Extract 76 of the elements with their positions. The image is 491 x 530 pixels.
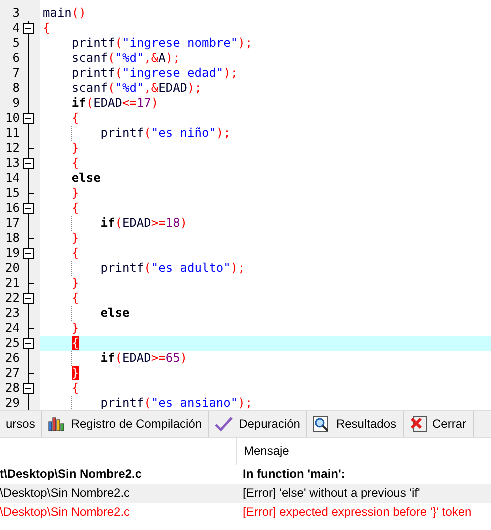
code-line: printf("es adulto"); xyxy=(100,261,246,275)
code-line: { xyxy=(72,156,80,170)
code-line: } xyxy=(72,141,80,155)
collapse-icon[interactable] xyxy=(22,21,35,36)
panel-tab[interactable]: Depuración xyxy=(209,411,308,437)
code-line: { xyxy=(72,201,80,215)
code-line: { xyxy=(43,21,50,35)
line-number: 9 xyxy=(12,96,20,111)
table-cell-text: \Desktop\Sin Nombre2.c xyxy=(0,485,132,502)
code-line: { xyxy=(72,246,80,260)
code-line: if(EDAD<=17) xyxy=(72,96,159,110)
code-line: printf("ingrese nombre"); xyxy=(72,36,253,50)
line-number: 19 xyxy=(4,246,20,261)
line-number: 7 xyxy=(12,66,20,81)
code-line: } xyxy=(72,321,80,335)
code-line: scanf("%d",&EDAD); xyxy=(72,81,202,95)
line-number: 3 xyxy=(12,6,20,21)
panel-tab[interactable]: ursos xyxy=(0,411,42,437)
collapse-icon[interactable] xyxy=(22,246,35,261)
line-number: 11 xyxy=(4,126,20,141)
table-cell-text: t\Desktop\Sin Nombre2.c xyxy=(0,466,144,483)
line-number: 14 xyxy=(4,171,20,186)
line-number: 18 xyxy=(4,231,20,246)
line-number: 20 xyxy=(4,261,20,276)
code-line: } xyxy=(72,186,80,200)
code-line: if(EDAD>=18) xyxy=(100,216,188,230)
collapse-icon[interactable] xyxy=(22,381,35,396)
panel-tab[interactable]: Registro de Compilación xyxy=(42,411,210,437)
line-number: 22 xyxy=(4,291,20,306)
column-header[interactable]: Mensaje xyxy=(236,438,290,465)
panel-tab[interactable]: Resultados xyxy=(307,411,404,437)
code-line: } xyxy=(72,276,80,290)
code-line: { xyxy=(72,381,80,395)
code-line: else xyxy=(100,306,130,320)
code-line: { xyxy=(72,291,80,305)
code-line: printf("es niño"); xyxy=(100,126,231,140)
line-number: 28 xyxy=(4,381,20,396)
table-cell-text: \Desktop\Sin Nombre2.c xyxy=(0,504,132,521)
line-number: 15 xyxy=(4,186,20,201)
search-icon xyxy=(313,416,330,432)
line-number: 6 xyxy=(12,51,20,66)
code-line: { xyxy=(72,111,80,125)
line-number: 5 xyxy=(12,36,20,51)
bar-chart-icon xyxy=(48,416,66,432)
line-number: 16 xyxy=(4,201,20,216)
collapse-icon[interactable] xyxy=(22,201,35,216)
panel-tab[interactable]: Cerrar xyxy=(404,411,474,437)
collapse-icon[interactable] xyxy=(22,336,35,351)
line-number: 10 xyxy=(4,111,20,126)
collapse-icon[interactable] xyxy=(22,291,35,306)
line-number: 17 xyxy=(4,216,20,231)
table-cell-text: [Error] 'else' without a previous 'if' xyxy=(242,485,420,502)
code-line: scanf("%d",&A); xyxy=(72,51,180,65)
line-number: 23 xyxy=(4,306,20,321)
code-line: if(EDAD>=65) xyxy=(100,351,188,365)
line-number: 24 xyxy=(4,321,20,336)
line-number: 4 xyxy=(12,21,20,36)
table-cell-text: In function 'main': xyxy=(242,466,346,483)
line-number: 25 xyxy=(4,336,20,351)
line-number: 13 xyxy=(4,156,20,171)
code-line: else xyxy=(72,171,101,185)
check-icon xyxy=(215,416,234,432)
code-line: main() xyxy=(43,6,86,20)
table-cell-text: [Error] expected expression before '}' token xyxy=(242,504,472,521)
code-line: } xyxy=(72,231,80,245)
line-number: 26 xyxy=(4,351,20,366)
close-icon xyxy=(410,416,426,432)
line-number: 8 xyxy=(12,81,20,96)
collapse-icon[interactable] xyxy=(22,156,35,171)
collapse-icon[interactable] xyxy=(22,111,35,126)
line-number: 27 xyxy=(4,366,20,381)
line-number: 12 xyxy=(4,141,20,156)
line-number: 29 xyxy=(4,396,20,410)
code-line: printf("es ansiano"); xyxy=(100,396,253,410)
line-number: 21 xyxy=(4,276,20,291)
code-line: printf("ingrese edad"); xyxy=(72,66,238,80)
